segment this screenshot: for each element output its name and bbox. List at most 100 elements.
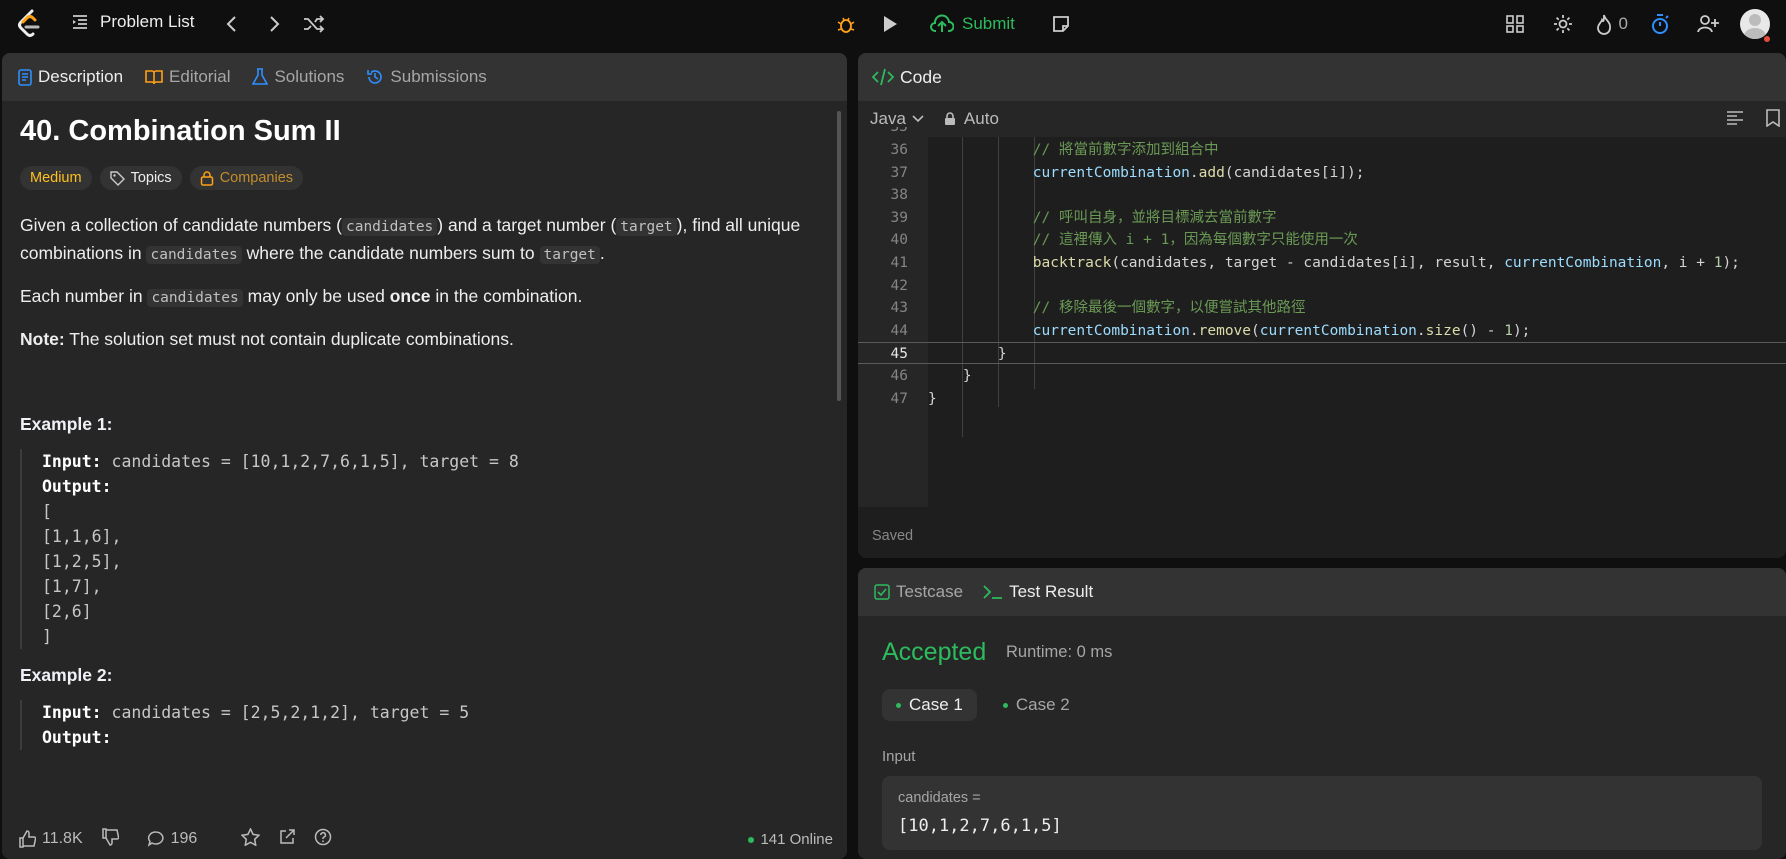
saved-status: Saved xyxy=(872,528,914,544)
auto-mode-label: Auto xyxy=(963,109,999,128)
avatar[interactable] xyxy=(1740,9,1770,39)
param-value: [10,1,2,7,6,1,5] xyxy=(898,816,1062,836)
tab-solutions[interactable]: Solutions xyxy=(252,67,344,87)
cloud-upload-icon xyxy=(930,14,954,32)
format-button[interactable] xyxy=(1726,110,1744,131)
code-text: currentCombination.add(candidates[i]); xyxy=(1032,164,1365,181)
case-2-tab[interactable]: Case 2 xyxy=(989,689,1084,721)
run-button[interactable] xyxy=(874,8,906,40)
example-1-output-line: [2,6] xyxy=(42,602,92,621)
code-line[interactable]: 39 // 呼叫自身，並將目標減去當前數字 xyxy=(858,207,1786,229)
code-line[interactable]: 36 // 將當前數字添加到組合中 xyxy=(858,139,1786,161)
line-number: 44 xyxy=(890,322,908,339)
note-text: The solution set must not contain duplic… xyxy=(69,329,514,349)
description-scrollbar[interactable] xyxy=(837,111,841,401)
topics-chip[interactable]: Topics xyxy=(99,166,182,190)
code-toolbar: Java Auto xyxy=(858,101,1786,137)
text: ) and a target number ( xyxy=(437,215,617,235)
tab-testcase[interactable]: Testcase xyxy=(874,582,963,602)
lock-icon xyxy=(200,171,213,186)
tab-submissions[interactable]: Submissions xyxy=(366,67,487,87)
chevron-down-icon xyxy=(912,115,924,123)
prev-problem-button[interactable] xyxy=(220,12,244,36)
next-problem-button[interactable] xyxy=(262,12,286,36)
like-button[interactable]: 11.8K xyxy=(18,830,83,848)
debug-button[interactable] xyxy=(830,8,862,40)
example-2-output-label: Output: xyxy=(42,725,817,750)
stopwatch-icon xyxy=(1652,14,1669,34)
case-tabs: Case 1 Case 2 xyxy=(882,689,1084,721)
code-text: } xyxy=(928,390,937,407)
comments-button[interactable]: 196 xyxy=(147,830,198,848)
code-line[interactable]: 43 // 移除最後一個數字，以便嘗試其他路徑 xyxy=(858,297,1786,319)
favorite-button[interactable] xyxy=(240,826,261,851)
document-icon xyxy=(18,68,32,86)
example-1-output-line: ] xyxy=(42,627,52,646)
code-line[interactable]: 41 backtrack(candidates, target - candid… xyxy=(858,252,1786,274)
add-friend-button[interactable] xyxy=(1692,8,1724,40)
code-line[interactable]: 45 } xyxy=(858,342,1786,365)
runtime-text: Runtime: 0 ms xyxy=(1006,643,1113,661)
code-line[interactable]: 40 // 這裡傳入 i + 1，因為每個數字只能使用一次 xyxy=(858,229,1786,251)
comment-icon xyxy=(147,831,164,847)
center-actions: Submit xyxy=(830,8,1077,40)
code-text: } xyxy=(928,346,1007,363)
test-tabs: Testcase Test Result xyxy=(858,568,1786,616)
settings-button[interactable] xyxy=(1547,8,1579,40)
layout-button[interactable] xyxy=(1499,8,1531,40)
code-line[interactable]: 37 currentCombination.add(candidates[i])… xyxy=(858,162,1786,184)
code-header-label: Code xyxy=(900,66,942,87)
code-text: // 呼叫自身，並將目標減去當前數字 xyxy=(928,209,1277,226)
code-text: // 將當前數字添加到組合中 xyxy=(928,142,1219,158)
timer-button[interactable] xyxy=(1644,8,1676,40)
dislike-button[interactable] xyxy=(101,827,119,851)
bug-icon xyxy=(837,17,855,33)
line-number: 37 xyxy=(890,164,908,181)
random-problem-button[interactable] xyxy=(302,12,326,36)
online-dot xyxy=(748,836,755,843)
code-line[interactable]: 47} xyxy=(858,388,1786,410)
code-editor[interactable]: 35 36 // 將當前數字添加到組合中 37 currentCombinatio… xyxy=(858,127,1786,507)
comment-count: 196 xyxy=(170,830,198,847)
language-select[interactable]: Java xyxy=(870,109,924,129)
thumbs-down-icon xyxy=(101,827,119,846)
param-name: candidates = xyxy=(898,790,981,806)
inline-code: candidates xyxy=(147,289,243,307)
text: . xyxy=(599,243,605,263)
case-1-tab[interactable]: Case 1 xyxy=(882,689,977,721)
share-button[interactable] xyxy=(278,828,296,851)
submit-button[interactable]: Submit xyxy=(918,8,1027,40)
problem-list-button[interactable]: Problem List xyxy=(70,12,194,32)
code-line[interactable]: 42 xyxy=(858,275,1786,297)
leetcode-logo-icon[interactable] xyxy=(16,9,42,39)
code-text: currentCombination.remove(currentCombina… xyxy=(1032,322,1531,339)
example-2-block: Input: candidates = [2,5,2,1,2], target … xyxy=(20,700,817,750)
pass-dot xyxy=(1002,702,1008,708)
case-2-label: Case 2 xyxy=(1015,695,1070,714)
tab-description[interactable]: Description xyxy=(18,67,123,87)
auto-mode[interactable]: Auto xyxy=(944,109,999,129)
code-line[interactable]: 38 xyxy=(858,184,1786,206)
topics-label: Topics xyxy=(130,170,172,186)
code-line[interactable]: 46 } xyxy=(858,365,1786,387)
bookmark-button[interactable] xyxy=(1766,109,1780,132)
companies-chip[interactable]: Companies xyxy=(189,166,304,190)
play-icon xyxy=(884,16,897,32)
inline-code: candidates xyxy=(146,246,242,264)
example-1-output-label: Output: xyxy=(42,474,817,499)
code-line[interactable]: 44 currentCombination.remove(currentComb… xyxy=(858,320,1786,342)
submit-label: Submit xyxy=(962,14,1015,33)
description-footer: 11.8K 196 141 Online xyxy=(2,819,847,859)
tab-editorial[interactable]: Editorial xyxy=(145,67,230,87)
help-button[interactable] xyxy=(314,828,332,851)
example-1-block: Input: candidates = [10,1,2,7,6,1,5], ta… xyxy=(20,449,817,649)
tab-test-result[interactable]: Test Result xyxy=(983,582,1093,602)
code-panel: Code Java Auto 35 36 // 將當前數字添加到組合中 37 cu… xyxy=(858,53,1786,558)
streak-button[interactable]: 0 xyxy=(1595,8,1628,40)
code-header: Code xyxy=(858,53,1786,101)
book-icon xyxy=(145,70,163,85)
bookmark-icon xyxy=(1766,109,1780,128)
notes-button[interactable] xyxy=(1045,8,1077,40)
notification-dot xyxy=(1764,36,1770,42)
code-icon xyxy=(872,68,894,86)
